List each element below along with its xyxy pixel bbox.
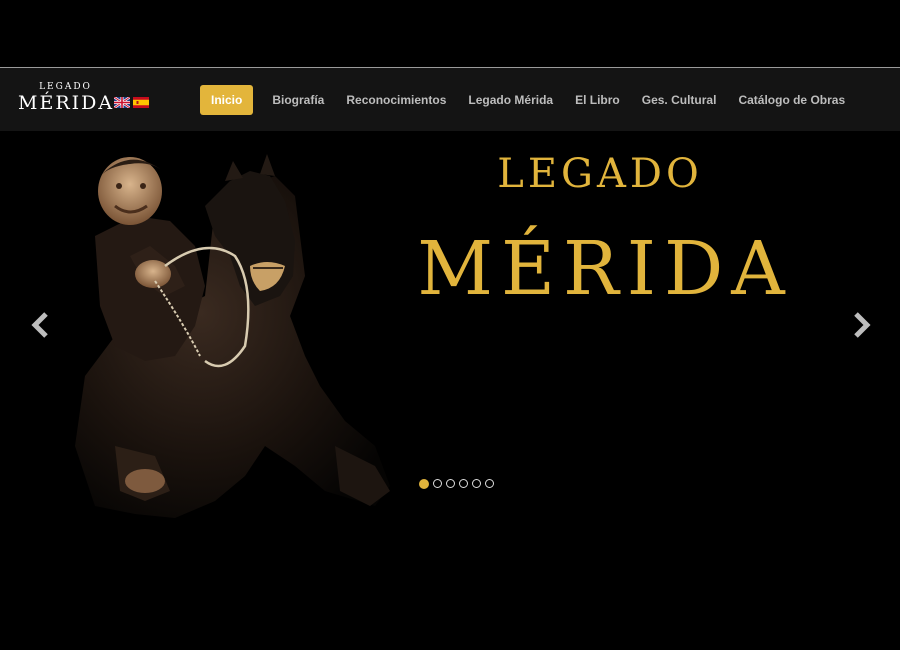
site-logo[interactable]: LEGADO MÉRIDA xyxy=(18,82,113,114)
carousel-dot-3[interactable] xyxy=(446,479,455,488)
chevron-right-icon[interactable] xyxy=(850,311,872,339)
nav-item-ges-cultural[interactable]: Ges. Cultural xyxy=(642,93,717,107)
logo-top-text: LEGADO xyxy=(39,82,92,92)
nav-item-inicio[interactable]: Inicio xyxy=(200,85,254,115)
uk-flag-icon[interactable] xyxy=(114,97,130,108)
horse-rider-sculpture-image xyxy=(75,154,390,518)
chevron-left-icon[interactable] xyxy=(30,311,52,339)
hero-title-main: MÉRIDA xyxy=(417,226,793,312)
carousel-dot-6[interactable] xyxy=(485,479,494,488)
nav-item-el-libro[interactable]: El Libro xyxy=(575,93,620,107)
hero-carousel: LEGADO MÉRIDA xyxy=(0,131,900,518)
nav-item-legado-merida[interactable]: Legado Mérida xyxy=(468,93,553,107)
nav-item-catalogo-obras[interactable]: Catálogo de Obras xyxy=(738,93,845,107)
top-navbar: LEGADO MÉRIDA Inicio Biografía Reconocim… xyxy=(0,67,900,131)
carousel-dot-4[interactable] xyxy=(459,479,468,488)
carousel-indicators xyxy=(419,479,494,489)
carousel-dot-1[interactable] xyxy=(419,479,429,489)
nav-item-biografia[interactable]: Biografía xyxy=(272,93,324,107)
logo-main-text: MÉRIDA xyxy=(18,92,115,114)
carousel-dot-2[interactable] xyxy=(433,479,442,488)
hero-title-top: LEGADO xyxy=(497,151,703,197)
spain-flag-icon[interactable] xyxy=(133,97,149,108)
nav-item-reconocimientos[interactable]: Reconocimientos xyxy=(346,93,446,107)
carousel-dot-5[interactable] xyxy=(472,479,481,488)
main-menu: Inicio Biografía Reconocimientos Legado … xyxy=(200,84,856,116)
language-switcher xyxy=(114,97,149,108)
